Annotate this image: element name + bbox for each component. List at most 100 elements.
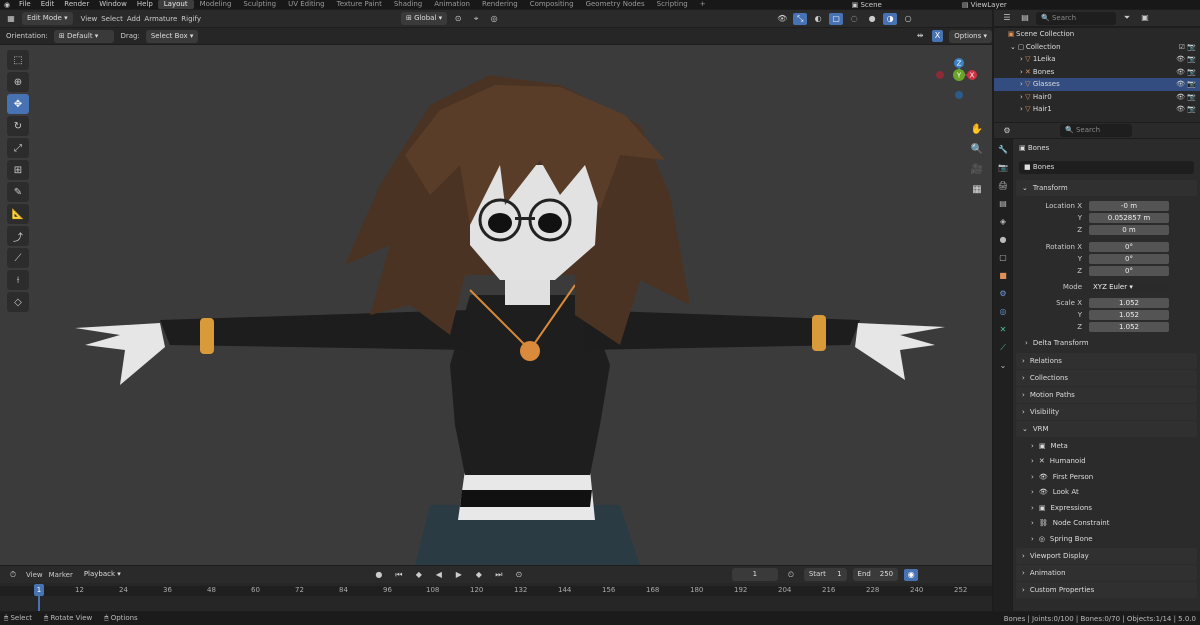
blender-logo-icon[interactable]: ◉ xyxy=(0,0,14,9)
workspace-tab-compositing[interactable]: Compositing xyxy=(524,0,580,9)
workspace-tab-animation[interactable]: Animation xyxy=(428,0,476,9)
display-mode-icon[interactable]: ▤ xyxy=(1018,12,1032,24)
play-icon[interactable]: ▶ xyxy=(452,569,466,581)
view-layer-selector[interactable]: ▤ ViewLayer xyxy=(962,1,1007,9)
properties-search-input[interactable]: 🔍 Search xyxy=(1060,124,1132,137)
scene-tab-icon[interactable]: ◈ xyxy=(996,215,1010,229)
cursor-tool-icon[interactable]: ⊕ xyxy=(7,72,29,92)
gizmo-toggle-icon[interactable]: ⤡ xyxy=(793,12,808,25)
motion-paths-panel-header[interactable]: › Motion Paths xyxy=(1016,387,1197,403)
workspace-tab-geometry-nodes[interactable]: Geometry Nodes xyxy=(580,0,651,9)
menu-file[interactable]: File xyxy=(14,0,36,9)
roll-tool-icon[interactable]: ◇ xyxy=(7,292,29,312)
timeline-menu-marker[interactable]: Marker xyxy=(49,571,73,579)
3d-viewport[interactable] xyxy=(0,45,992,565)
rotate-tool-icon[interactable]: ↻ xyxy=(7,116,29,136)
world-tab-icon[interactable]: ● xyxy=(996,233,1010,247)
drag-dropdown[interactable]: Select Box ▾ xyxy=(145,29,199,43)
workspace-tab-layout[interactable]: Layout xyxy=(157,0,194,9)
rotation-mode-dropdown[interactable]: XYZ Euler ▾ xyxy=(1089,282,1169,292)
bone-envelope-tool-icon[interactable]: ⟊ xyxy=(7,270,29,290)
navigation-gizmo[interactable]: Z X Y xyxy=(930,55,986,105)
bone-size-tool-icon[interactable]: ⟋ xyxy=(7,248,29,268)
workspace-tab-rendering[interactable]: Rendering xyxy=(476,0,524,9)
collection-tab-icon[interactable]: ▢ xyxy=(996,251,1010,265)
custom-properties-panel-header[interactable]: › Custom Properties xyxy=(1016,581,1197,598)
outliner-search-input[interactable]: 🔍 Search xyxy=(1036,11,1116,25)
bone-tab-icon[interactable]: ⟋ xyxy=(996,341,1010,355)
visibility-eye-icon[interactable]: 👁 📷 xyxy=(1176,68,1196,76)
menu-rigify[interactable]: Rigify xyxy=(181,15,201,23)
preview-range-icon[interactable]: ⏲ xyxy=(784,569,798,581)
perspective-grid-icon[interactable]: ▦ xyxy=(969,182,985,198)
workspace-tab-sculpting[interactable]: Sculpting xyxy=(237,0,282,9)
visibility-eye-icon[interactable]: 👁 📷 xyxy=(1176,105,1196,113)
rotation-y-field[interactable]: 0° xyxy=(1089,254,1169,264)
workspace-tab-texture-paint[interactable]: Texture Paint xyxy=(331,0,388,9)
add-workspace-button[interactable]: + xyxy=(694,0,712,9)
zoom-icon[interactable]: 🔍 xyxy=(969,142,985,158)
workspace-tab-uv-editing[interactable]: UV Editing xyxy=(282,0,331,9)
playhead[interactable]: 1 xyxy=(34,584,44,596)
menu-window[interactable]: Window xyxy=(94,0,132,9)
delta-transform-subpanel[interactable]: › Delta Transform xyxy=(1013,334,1200,352)
current-frame-field[interactable]: 1 xyxy=(731,568,778,581)
render-tab-icon[interactable]: 📷 xyxy=(996,161,1010,175)
prev-keyframe-icon[interactable]: ◆ xyxy=(412,569,426,581)
workspace-tab-shading[interactable]: Shading xyxy=(388,0,428,9)
menu-add[interactable]: Add xyxy=(127,15,141,23)
shading-rendered-icon[interactable]: ○ xyxy=(901,13,915,25)
proportional-edit-icon[interactable]: ◎ xyxy=(487,13,501,25)
transform-panel-header[interactable]: ⌄ Transform xyxy=(1016,180,1197,196)
viewport-display-panel-header[interactable]: › Viewport Display xyxy=(1016,547,1197,564)
relations-panel-header[interactable]: › Relations xyxy=(1016,353,1197,369)
scale-x-field[interactable]: 1.052 xyxy=(1089,298,1169,308)
menu-view[interactable]: View xyxy=(81,15,98,23)
shading-wireframe-icon[interactable]: ◌ xyxy=(847,13,861,25)
jump-start-icon[interactable]: ⏮ xyxy=(392,569,406,581)
outliner-row-object[interactable]: › ✕ Bones 👁 📷 xyxy=(994,66,1200,79)
vrm-meta-row[interactable]: › ▣ Meta xyxy=(1013,438,1200,454)
rotation-x-field[interactable]: 0° xyxy=(1089,242,1169,252)
animation-panel-header[interactable]: › Animation xyxy=(1016,564,1197,581)
location-y-field[interactable]: 0.052857 m xyxy=(1089,213,1169,223)
transform-tool-icon[interactable]: ⊞ xyxy=(7,160,29,180)
scale-z-field[interactable]: 1.052 xyxy=(1089,322,1169,332)
annotate-tool-icon[interactable]: ✎ xyxy=(7,182,29,202)
collection-checkbox[interactable]: ☑ 📷 xyxy=(1179,43,1196,51)
move-tool-icon[interactable]: ✥ xyxy=(7,94,29,114)
scale-y-field[interactable]: 1.052 xyxy=(1089,310,1169,320)
location-x-field[interactable]: -0 m xyxy=(1089,201,1169,211)
keying-set-icon[interactable]: ⊙ xyxy=(512,569,526,581)
menu-help[interactable]: Help xyxy=(132,0,158,9)
tool-tab-icon[interactable]: 🔧 xyxy=(996,143,1010,157)
overlay-icon[interactable]: ◐ xyxy=(811,13,825,25)
scale-tool-icon[interactable]: ⤢ xyxy=(7,138,29,158)
auto-keying-icon[interactable]: ● xyxy=(372,569,386,581)
workspace-tab-scripting[interactable]: Scripting xyxy=(651,0,694,9)
measure-tool-icon[interactable]: 📐 xyxy=(7,204,29,224)
playback-dropdown[interactable]: Playback ▾ xyxy=(79,568,126,581)
visibility-eye-icon[interactable]: 👁 📷 xyxy=(1176,93,1196,101)
outliner-row-scene-collection[interactable]: ▣ Scene Collection xyxy=(994,28,1200,41)
filter-icon[interactable]: ⏷ xyxy=(1120,12,1134,24)
mode-selector[interactable]: Edit Mode ▾ xyxy=(22,12,73,25)
visibility-eye-icon[interactable]: 👁 📷 xyxy=(1176,80,1196,88)
vrm-node-constraint-row[interactable]: › ⛓ Node Constraint xyxy=(1013,516,1200,532)
timeline-editor-icon[interactable]: ⏱ xyxy=(6,569,20,581)
object-name-field[interactable]: ■ Bones xyxy=(1019,161,1194,174)
next-keyframe-icon[interactable]: ◆ xyxy=(472,569,486,581)
location-z-field[interactable]: 0 m xyxy=(1089,225,1169,235)
snap-icon[interactable]: ⌖ xyxy=(469,13,483,25)
orientation-dropdown[interactable]: ⊞ Default ▾ xyxy=(53,29,115,43)
menu-select[interactable]: Select xyxy=(101,15,123,23)
extrude-tool-icon[interactable]: ⤴ xyxy=(7,226,29,246)
camera-view-icon[interactable]: 🎥 xyxy=(969,162,985,178)
shading-material-icon[interactable]: ◑ xyxy=(883,12,898,25)
mirror-icon[interactable]: ⇹ xyxy=(914,30,925,42)
menu-render[interactable]: Render xyxy=(59,0,94,9)
vrm-expressions-row[interactable]: › ▣ Expressions xyxy=(1013,500,1200,516)
collections-panel-header[interactable]: › Collections xyxy=(1016,370,1197,386)
outliner-row-object[interactable]: › ▽ 1Leika 👁 📷 xyxy=(994,53,1200,66)
vrm-humanoid-row[interactable]: › ✕ Humanoid xyxy=(1013,454,1200,470)
